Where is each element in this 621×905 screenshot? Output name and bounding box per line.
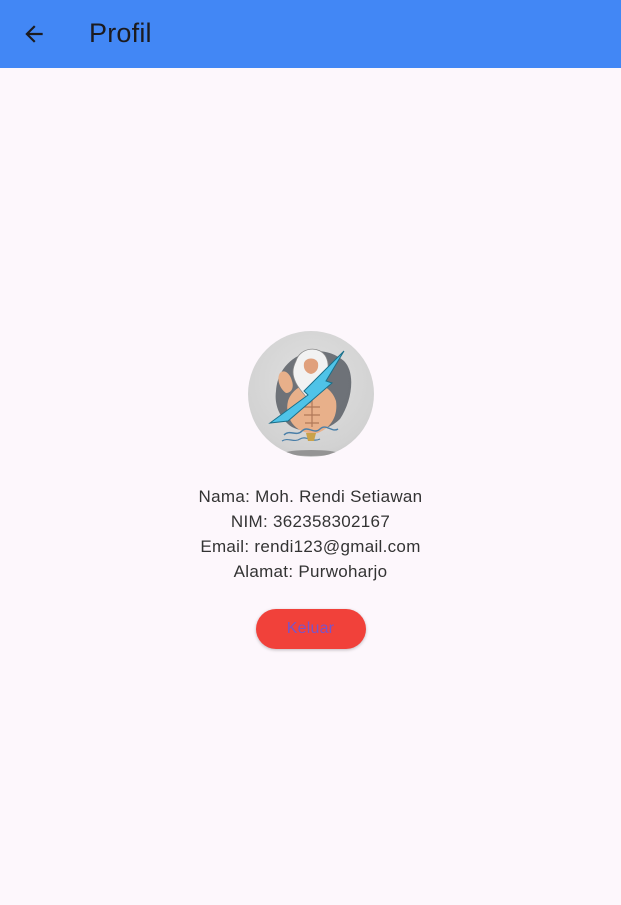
email-text: Email: rendi123@gmail.com: [200, 537, 421, 556]
address-text: Alamat: Purwoharjo: [233, 562, 388, 581]
app-bar: Profil: [0, 0, 621, 68]
zeus-illustration: [267, 348, 351, 456]
logout-button[interactable]: Keluar: [255, 609, 366, 649]
arrow-left-icon: [25, 25, 43, 43]
page-title: Profil: [89, 18, 152, 48]
back-button[interactable]: [12, 12, 56, 56]
name-text: Nama: Moh. Rendi Setiawan: [198, 487, 423, 506]
profile-info: Nama: Moh. Rendi Setiawan NIM: 362358302…: [199, 484, 423, 584]
nim-text: NIM: 362358302167: [230, 512, 391, 531]
avatar: [247, 331, 374, 457]
profile-content: Nama: Moh. Rendi Setiawan NIM: 362358302…: [0, 331, 621, 649]
